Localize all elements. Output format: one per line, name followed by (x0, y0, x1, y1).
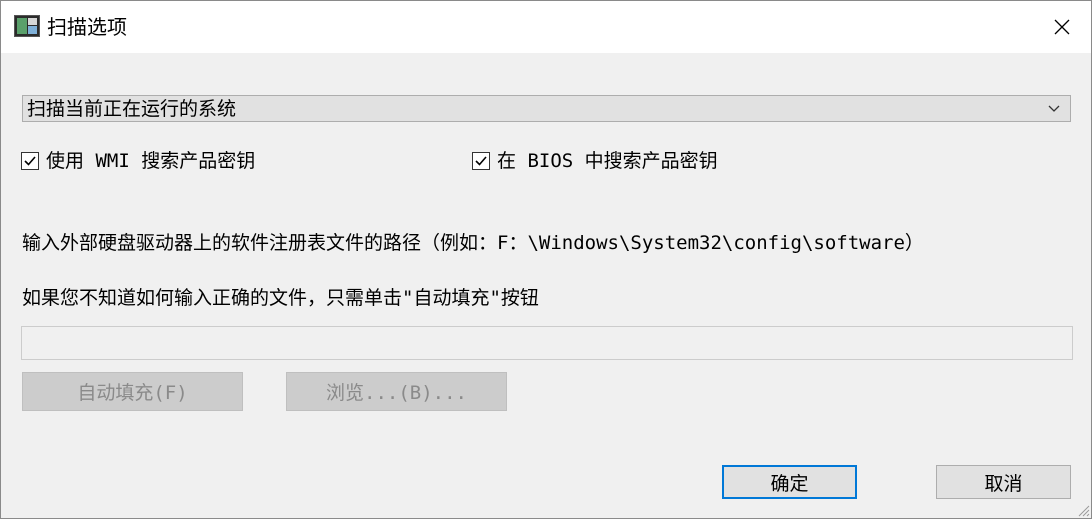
scan-options-dialog: 扫描选项 扫描当前正在运行的系统 使用 WMI 搜索产品密钥 在 BIOS 中搜… (0, 0, 1092, 519)
app-icon (14, 15, 40, 37)
resize-grip-icon[interactable] (1076, 503, 1090, 517)
ok-button[interactable]: 确定 (722, 465, 857, 499)
wmi-option-label: 使用 WMI 搜索产品密钥 (46, 150, 256, 172)
bios-option-label: 在 BIOS 中搜索产品密钥 (497, 150, 718, 172)
browse-button[interactable]: 浏览...(B)... (286, 372, 507, 411)
close-icon (1054, 19, 1070, 35)
registry-path-input[interactable] (21, 326, 1073, 360)
autofill-button[interactable]: 自动填充(F) (22, 372, 243, 411)
title-bar: 扫描选项 (1, 1, 1091, 53)
scan-target-value: 扫描当前正在运行的系统 (27, 98, 237, 120)
wmi-checkbox[interactable] (21, 152, 39, 170)
checkmark-icon (475, 156, 487, 166)
window-title: 扫描选项 (47, 15, 127, 39)
chevron-down-icon (1048, 105, 1060, 112)
bios-option[interactable]: 在 BIOS 中搜索产品密钥 (472, 149, 718, 173)
bios-checkbox[interactable] (472, 152, 490, 170)
cancel-button[interactable]: 取消 (936, 465, 1071, 499)
scan-target-select[interactable]: 扫描当前正在运行的系统 (22, 95, 1071, 122)
wmi-option[interactable]: 使用 WMI 搜索产品密钥 (21, 149, 255, 173)
instruction-autofill-text: 如果您不知道如何输入正确的文件，只需单击"自动填充"按钮 (22, 287, 539, 309)
close-button[interactable] (1033, 1, 1091, 53)
checkmark-icon (24, 156, 36, 166)
instruction-path-text: 输入外部硬盘驱动器上的软件注册表文件的路径（例如：F：\Windows\Syst… (22, 232, 924, 254)
